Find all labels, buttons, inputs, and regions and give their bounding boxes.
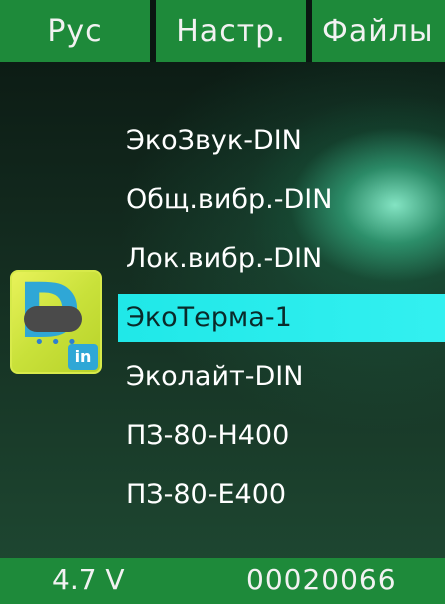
tab-language[interactable]: Рус [0, 0, 150, 62]
cloud-icon [24, 306, 82, 332]
list-item-local-vibration[interactable]: Лок.вибр.-DIN [118, 235, 445, 283]
top-menu-bar: Рус Настр. Файлы [0, 0, 445, 62]
list-item-ecolight[interactable]: Эколайт-DIN [118, 353, 445, 401]
app-icon-sub-label: in [68, 344, 98, 370]
tab-settings[interactable]: Настр. [156, 0, 306, 62]
list-item-ecozvuk[interactable]: ЭкоЗвук-DIN [118, 117, 445, 165]
status-bar: 4.7 V 00020066 [0, 558, 445, 604]
battery-voltage: 4.7 V [52, 563, 125, 596]
device-screen: Рус Настр. Файлы D • • • in ЭкоЗвук-DIN … [0, 0, 445, 604]
weather-cloud-rain-icon: D • • • in [10, 270, 102, 374]
list-item-pz80-n400[interactable]: ПЗ-80-Н400 [118, 412, 445, 460]
list-item-ecoterma-selected[interactable]: ЭкоТерма-1 [118, 294, 445, 342]
serial-number: 00020066 [246, 563, 397, 596]
tab-files[interactable]: Файлы [312, 0, 445, 62]
list-item-pz80-e400[interactable]: ПЗ-80-Е400 [118, 471, 445, 519]
list-item-general-vibration[interactable]: Общ.вибр.-DIN [118, 176, 445, 224]
